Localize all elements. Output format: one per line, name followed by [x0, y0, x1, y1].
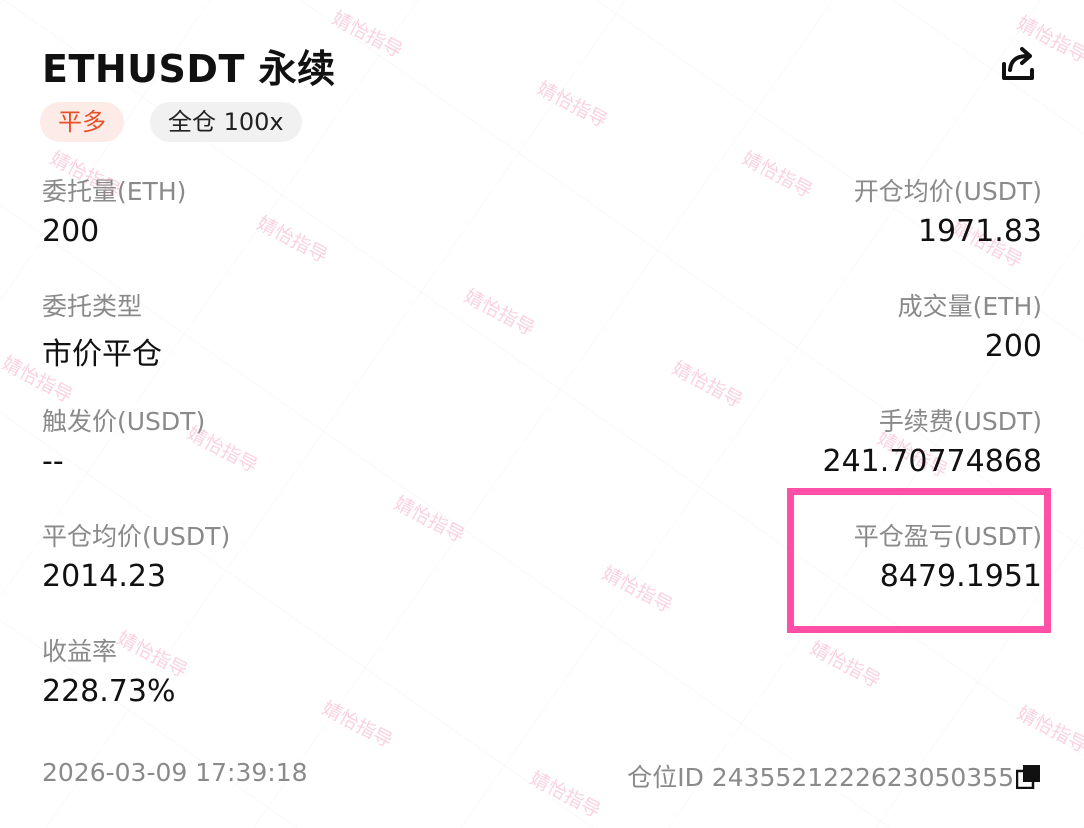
order-qty-label: 委托量(ETH) [42, 177, 187, 206]
watermark: 婧怡指导 [253, 212, 332, 268]
open-avg-price-value: 1971.83 [917, 214, 1042, 249]
filled-qty-label: 成交量(ETH) [897, 292, 1042, 321]
margin-mode-badge: 全仓 100x [150, 102, 302, 142]
order-type-value: 市价平仓 [42, 337, 162, 372]
share-icon[interactable] [996, 42, 1040, 86]
watermark: 婧怡指导 [318, 697, 397, 753]
trigger-price-label: 触发价(USDT) [42, 407, 206, 436]
watermark: 婧怡指导 [328, 7, 407, 63]
watermark: 婧怡指导 [460, 285, 539, 341]
fee-label: 手续费(USDT) [878, 407, 1042, 436]
roi-value: 228.73% [42, 674, 176, 709]
pnl-highlight-box [787, 488, 1051, 633]
watermark: 婧怡指导 [668, 357, 747, 413]
watermark: 婧怡指导 [806, 637, 885, 693]
order-type-label: 委托类型 [42, 292, 143, 321]
trigger-price-value: -- [42, 444, 64, 479]
timestamp: 2026-03-09 17:39:18 [42, 758, 308, 787]
watermark: 婧怡指导 [598, 562, 677, 618]
copy-icon[interactable] [1015, 763, 1042, 790]
filled-qty-value: 200 [984, 329, 1042, 364]
watermark: 婧怡指导 [738, 147, 817, 203]
watermark: 婧怡指导 [1013, 702, 1084, 758]
close-avg-price-label: 平仓均价(USDT) [42, 522, 231, 551]
watermark: 婧怡指导 [533, 77, 612, 133]
close-avg-price-value: 2014.23 [42, 559, 167, 594]
side-badge: 平多 [40, 102, 124, 142]
watermark: 婧怡指导 [526, 767, 605, 823]
roi-label: 收益率 [42, 637, 118, 666]
fee-value: 241.70774868 [822, 444, 1043, 479]
page-title: ETHUSDT 永续 [42, 47, 336, 91]
position-id: 仓位ID 2435521222623050355 [627, 763, 1014, 792]
order-qty-value: 200 [42, 214, 100, 249]
watermark: 婧怡指导 [390, 492, 469, 548]
open-avg-price-label: 开仓均价(USDT) [853, 177, 1042, 206]
